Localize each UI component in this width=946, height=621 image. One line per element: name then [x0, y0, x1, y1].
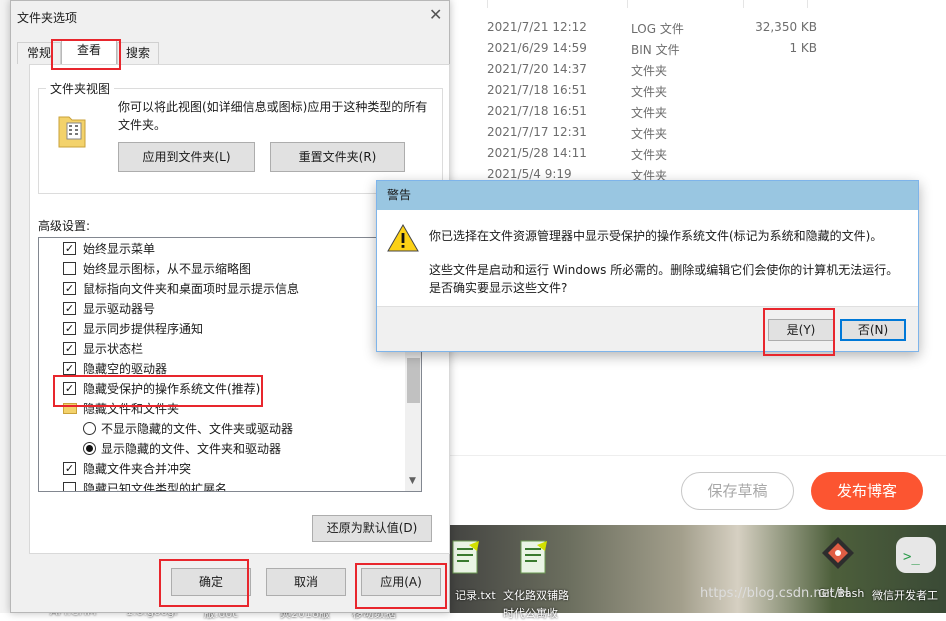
advanced-settings-label: 高级设置: — [38, 219, 91, 233]
setting-label: 显示同步提供程序通知 — [83, 322, 204, 336]
svg-text:>_: >_ — [903, 549, 920, 565]
desktop-icon-label: 时代公寓收 — [503, 607, 558, 620]
checkbox-checked[interactable]: ✓ — [63, 302, 76, 315]
file-size: 32,350 KB — [755, 20, 817, 34]
file-date: 2021/7/18 16:51 — [487, 104, 587, 118]
close-icon[interactable]: ✕ — [429, 6, 442, 24]
file-date: 2021/5/4 9:19 — [487, 167, 572, 181]
column-divider — [487, 0, 488, 8]
checkbox-checked[interactable]: ✓ — [63, 362, 76, 375]
checkbox-unchecked[interactable] — [63, 482, 76, 491]
desktop-icon-label: 记录.txt — [455, 589, 496, 602]
file-row[interactable]: 2021/6/29 14:59 BIN 文件 1 KB — [447, 38, 946, 59]
tab-search[interactable]: 搜索 — [117, 42, 159, 64]
file-type: LOG 文件 — [631, 22, 684, 36]
column-divider — [807, 0, 808, 8]
window-edge — [0, 0, 10, 613]
file-date: 2021/5/28 14:11 — [487, 146, 587, 160]
checkbox-checked[interactable]: ✓ — [63, 322, 76, 335]
folder-icon — [63, 403, 77, 414]
file-type: 文件夹 — [631, 64, 668, 78]
warning-line-2: 这些文件是启动和运行 Windows 所必需的。删除或编辑它们会使你的计算机无法… — [429, 263, 899, 277]
tab-general[interactable]: 常规 — [17, 42, 61, 64]
file-type: 文件夹 — [631, 85, 668, 99]
notepad-icon[interactable] — [515, 539, 553, 579]
yes-button[interactable]: 是(Y) — [768, 319, 834, 341]
apply-to-folders-button[interactable]: 应用到文件夹(L) — [118, 142, 255, 172]
radio-unselected[interactable] — [83, 422, 96, 435]
cancel-button[interactable]: 取消 — [266, 568, 346, 596]
file-date: 2021/7/20 14:37 — [487, 62, 587, 76]
setting-label: 始终显示图标，从不显示缩略图 — [83, 262, 252, 276]
desktop-icon-label: 文化路双铺路 — [503, 589, 569, 602]
checkbox-checked[interactable]: ✓ — [63, 382, 76, 395]
file-row[interactable]: 2021/7/20 14:37 文件夹 — [447, 59, 946, 80]
save-draft-button[interactable]: 保存草稿 — [681, 472, 794, 510]
file-date: 2021/6/29 14:59 — [487, 41, 587, 55]
column-divider — [627, 0, 628, 8]
setting-label: 显示驱动器号 — [83, 302, 156, 316]
file-type: 文件夹 — [631, 106, 668, 120]
checkbox-checked[interactable]: ✓ — [63, 342, 76, 355]
setting-label: 隐藏文件和文件夹 — [83, 402, 180, 416]
wechat-devtools-icon[interactable]: >_ — [894, 535, 936, 575]
notepad-icon[interactable] — [447, 539, 485, 579]
checkbox-checked[interactable]: ✓ — [63, 282, 76, 295]
file-row[interactable]: 2021/7/18 16:51 文件夹 — [447, 80, 946, 101]
apply-button[interactable]: 应用(A) — [361, 568, 441, 596]
warning-line-3: 是否确实要显示这些文件? — [429, 281, 568, 295]
setting-label: 隐藏文件夹合并冲突 — [83, 462, 192, 476]
file-row[interactable]: 2021/7/21 12:12 LOG 文件 32,350 KB — [447, 17, 946, 38]
scroll-thumb[interactable] — [407, 358, 420, 403]
desktop-icon-label: 微信开发者工 — [872, 589, 938, 602]
column-divider — [743, 0, 744, 8]
folder-view-icon — [56, 109, 88, 152]
warning-icon — [387, 223, 419, 256]
setting-label: 隐藏空的驱动器 — [83, 362, 168, 376]
file-type: BIN 文件 — [631, 43, 680, 57]
folder-views-description: 你可以将此视图(如详细信息或图标)应用于这种类型的所有文件夹。 — [118, 100, 428, 132]
checkbox-checked[interactable]: ✓ — [63, 242, 76, 255]
publish-blog-button[interactable]: 发布博客 — [811, 472, 923, 510]
no-button[interactable]: 否(N) — [840, 319, 906, 341]
git-icon[interactable] — [818, 533, 856, 573]
advanced-settings-list: ✓ 始终显示菜单始终显示图标，从不显示缩略图 ✓ 鼠标指向文件夹和桌面项时显示提示信息… — [38, 237, 422, 492]
folder-views-legend: 文件夹视图 — [46, 80, 115, 97]
file-row[interactable]: 2021/7/17 12:31 文件夹 — [447, 122, 946, 143]
dialog-title: 文件夹选项 — [17, 11, 78, 25]
restore-defaults-button[interactable]: 还原为默认值(D) — [312, 515, 432, 542]
file-date: 2021/7/21 12:12 — [487, 20, 587, 34]
setting-label: 隐藏已知文件类型的扩展名 — [83, 482, 228, 492]
file-type: 文件夹 — [631, 127, 668, 141]
checkbox-unchecked[interactable] — [63, 262, 76, 275]
file-row[interactable]: 2021/7/18 16:51 文件夹 — [447, 101, 946, 122]
warning-line-1: 你已选择在文件资源管理器中显示受保护的操作系统文件(标记为系统和隐藏的文件)。 — [429, 229, 883, 243]
warning-body: 你已选择在文件资源管理器中显示受保护的操作系统文件(标记为系统和隐藏的文件)。 … — [377, 210, 918, 306]
warning-button-bar: 是(Y) 否(N) — [377, 306, 918, 351]
setting-label: 显示隐藏的文件、文件夹和驱动器 — [101, 442, 282, 456]
file-row[interactable]: 2021/5/28 14:11 文件夹 — [447, 143, 946, 164]
warning-dialog: 警告 你已选择在文件资源管理器中显示受保护的操作系统文件(标记为系统和隐藏的文件… — [376, 180, 919, 356]
checkbox-checked[interactable]: ✓ — [63, 462, 76, 475]
tab-view[interactable]: 查看 — [61, 39, 117, 65]
file-type: 文件夹 — [631, 148, 668, 162]
setting-label: 隐藏受保护的操作系统文件(推荐) — [83, 382, 261, 396]
file-date: 2021/7/18 16:51 — [487, 83, 587, 97]
setting-label: 显示状态栏 — [83, 342, 144, 356]
radio-selected[interactable] — [83, 442, 96, 455]
blog-editor-bar: 保存草稿 发布博客 — [447, 455, 946, 525]
setting-label: 鼠标指向文件夹和桌面项时显示提示信息 — [83, 282, 300, 296]
warning-title: 警告 — [377, 181, 918, 210]
file-date: 2021/7/17 12:31 — [487, 125, 587, 139]
setting-label: 始终显示菜单 — [83, 242, 156, 256]
reset-folders-button[interactable]: 重置文件夹(R) — [270, 142, 405, 172]
scroll-down-icon[interactable]: ▼ — [409, 476, 416, 486]
file-size: 1 KB — [789, 41, 817, 55]
watermark: https://blog.csdn.net/H — [700, 586, 849, 601]
setting-label: 不显示隐藏的文件、文件夹或驱动器 — [101, 422, 294, 436]
ok-button[interactable]: 确定 — [171, 568, 251, 596]
